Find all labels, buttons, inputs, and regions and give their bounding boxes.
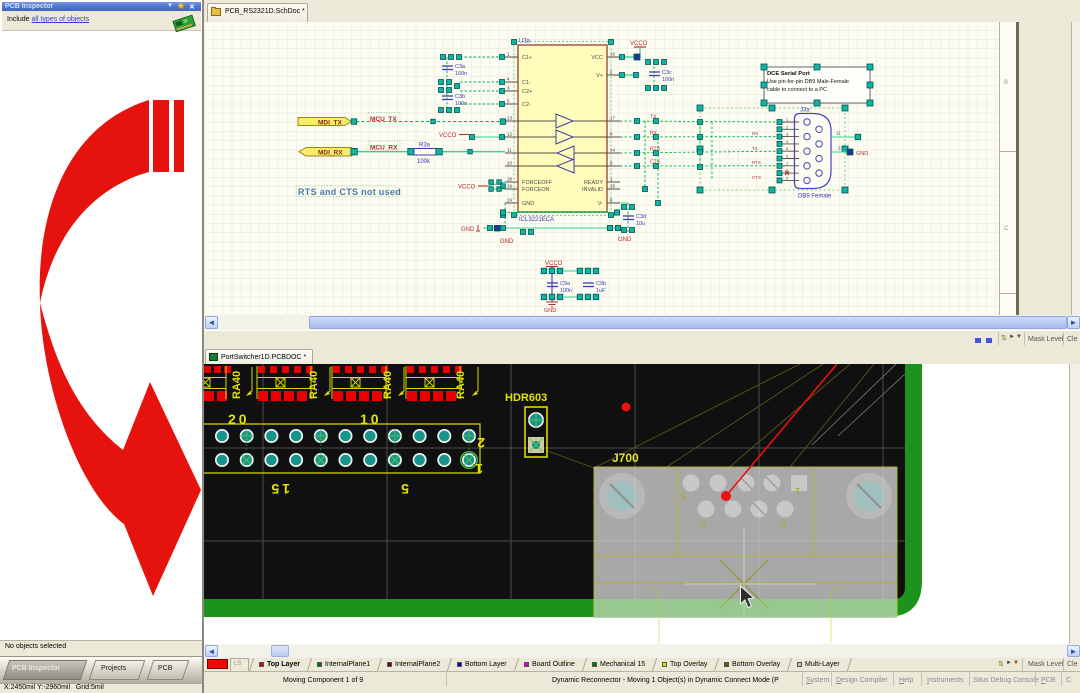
svg-text:CTS: CTS [752,175,761,180]
svg-text:R3a: R3a [419,143,431,149]
svg-text:TX: TX [752,146,758,151]
svg-text:DB9 Female: DB9 Female [798,194,832,200]
svg-text:100n: 100n [455,101,467,107]
svg-text:100k: 100k [417,159,431,165]
svg-text:C2-: C2- [522,102,531,108]
svg-text:HDR603: HDR603 [505,392,547,404]
svg-text:4: 4 [786,139,789,144]
svg-text:GND: GND [522,201,534,207]
svg-text:11: 11 [507,148,512,153]
svg-text:4: 4 [507,77,510,82]
svg-text:13: 13 [507,116,513,121]
svg-text:1: 1 [795,485,801,497]
svg-text:14: 14 [610,148,616,153]
svg-text:1uF: 1uF [596,288,606,294]
svg-text:VCCO: VCCO [439,133,457,139]
svg-text:C3a: C3a [455,64,466,70]
svg-text:16: 16 [507,198,513,203]
svg-text:Use pin-for-pin DB9 Male-Femal: Use pin-for-pin DB9 Male-Female [767,79,849,85]
svg-text:RA40: RA40 [308,371,320,399]
svg-text:J700: J700 [612,451,639,465]
svg-text:18: 18 [507,177,513,182]
svg-text:GND: GND [461,227,475,233]
svg-text:RTS and CTS not used: RTS and CTS not used [298,187,401,197]
svg-text:100n: 100n [662,77,674,83]
svg-text:2: 2 [838,146,841,151]
svg-text:1: 1 [786,117,789,122]
svg-text:GND: GND [856,151,868,157]
svg-text:17: 17 [610,116,616,121]
svg-text:FORCEON: FORCEON [522,187,550,193]
svg-text:3: 3 [507,86,510,91]
svg-text:19: 19 [507,184,513,189]
svg-text:6: 6 [700,519,706,531]
svg-text:20: 20 [228,411,250,427]
svg-text:GND: GND [618,237,632,243]
svg-text:C2+: C2+ [522,89,532,95]
svg-text:1: 1 [610,177,613,182]
svg-text:1: 1 [472,461,483,477]
svg-text:C9a: C9a [560,281,571,287]
svg-text:5: 5 [786,146,789,151]
svg-text:RA40: RA40 [455,371,467,399]
svg-text:V-: V- [598,201,603,207]
svg-text:100n: 100n [455,71,467,77]
svg-text:INVALID: INVALID [582,187,603,193]
svg-text:C3d: C3d [636,214,646,220]
svg-text:16: 16 [610,52,616,57]
svg-text:2: 2 [786,124,789,129]
svg-text:V+: V+ [596,73,603,79]
svg-text:100n: 100n [560,288,572,294]
svg-text:GND: GND [544,308,556,314]
svg-text:VCCO: VCCO [458,185,476,191]
svg-text:MCU_TX: MCU_TX [370,116,397,123]
svg-text:VCC: VCC [591,55,603,61]
svg-text:C3b: C3b [455,94,465,100]
svg-text:10: 10 [507,161,513,166]
svg-text:FORCEOFF: FORCEOFF [522,180,553,186]
svg-text:9: 9 [786,175,789,180]
svg-text:6: 6 [786,154,789,159]
svg-text:15: 15 [610,184,616,189]
svg-text:10: 10 [360,411,382,427]
svg-text:VCCO: VCCO [630,41,648,47]
svg-text:7: 7 [786,161,789,166]
svg-text:RTS: RTS [752,160,761,165]
svg-text:15: 15 [268,481,290,497]
svg-text:1: 1 [507,52,510,57]
svg-text:5: 5 [681,489,687,501]
svg-text:RA40: RA40 [382,371,394,399]
svg-text:J3a: J3a [800,108,810,114]
svg-text:10u: 10u [636,221,645,227]
svg-text:12: 12 [507,132,513,137]
svg-text:RA40: RA40 [231,371,243,399]
svg-text:RX: RX [752,131,758,136]
svg-text:9: 9 [610,161,613,166]
svg-text:2: 2 [610,70,613,75]
svg-text:U3a: U3a [519,39,531,45]
svg-text:9: 9 [780,519,786,531]
svg-text:MCU_RX: MCU_RX [370,145,398,152]
svg-text:MDI_RX: MDI_RX [318,150,343,157]
svg-text:DCE Serial Port: DCE Serial Port [767,71,810,77]
svg-text:C9b: C9b [596,281,606,287]
svg-text:GND: GND [500,239,514,245]
svg-text:8: 8 [610,132,613,137]
svg-text:11: 11 [836,131,841,136]
svg-text:cable to connect to a PC: cable to connect to a PC [767,87,827,93]
svg-text:C3c: C3c [662,70,672,76]
svg-text:ICL3221ECA: ICL3221ECA [519,217,554,223]
svg-text:C1-: C1- [522,80,531,86]
svg-text:3: 3 [786,132,789,137]
svg-text:READY: READY [584,180,603,186]
svg-text:2: 2 [474,435,485,451]
svg-text:6: 6 [610,198,613,203]
svg-text:MDI_TX: MDI_TX [318,120,343,127]
svg-text:C1+: C1+ [522,55,532,61]
svg-text:5: 5 [507,99,510,104]
svg-text:5: 5 [398,481,409,497]
